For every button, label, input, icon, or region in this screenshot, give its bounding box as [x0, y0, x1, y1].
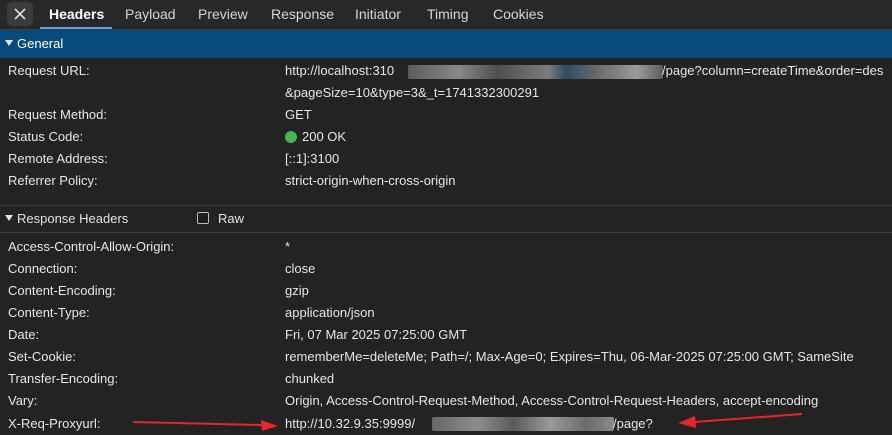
response-header-row: Date: Fri, 07 Mar 2025 07:25:00 GMT — [0, 324, 892, 346]
general-section-title: General — [17, 36, 64, 51]
tab-timing[interactable]: Timing — [427, 0, 469, 29]
expand-triangle-icon — [5, 215, 13, 221]
header-value: strict-origin-when-cross-origin — [285, 173, 456, 188]
status-code-value: 200 OK — [285, 126, 346, 148]
header-key: Referrer Policy: — [8, 173, 98, 188]
header-key: Content-Encoding: — [8, 283, 116, 298]
header-key: Access-Control-Allow-Origin: — [8, 239, 175, 254]
request-method-row: Request Method: GET — [0, 104, 892, 126]
header-key: Status Code: — [8, 129, 84, 144]
status-ok-icon — [285, 131, 297, 143]
tab-preview[interactable]: Preview — [198, 0, 248, 29]
tab-headers[interactable]: Headers — [49, 0, 104, 29]
header-value: gzip — [285, 283, 309, 298]
header-key: Connection: — [8, 261, 78, 276]
header-value: application/json — [285, 305, 375, 320]
header-key: Content-Type: — [8, 305, 90, 320]
header-value: GET — [285, 107, 312, 122]
response-headers-section-header[interactable]: Response Headers Raw — [0, 205, 892, 233]
header-key: Remote Address: — [8, 151, 108, 166]
tab-bar: Headers Payload Preview Response Initiat… — [0, 0, 892, 30]
proxyurl-value-tail[interactable]: /page? — [613, 413, 653, 435]
header-value: rememberMe=deleteMe; Path=/; Max-Age=0; … — [285, 349, 854, 364]
request-url-row: Request URL: http://localhost:310 /page?… — [0, 60, 892, 82]
header-value: Fri, 07 Mar 2025 07:25:00 GMT — [285, 327, 468, 342]
header-key: X-Req-Proxyurl: — [8, 416, 101, 431]
response-headers-title: Response Headers — [17, 211, 129, 226]
raw-checkbox[interactable] — [197, 212, 209, 224]
response-header-row: Content-Type: application/json — [0, 302, 892, 324]
general-section-header[interactable]: General — [0, 30, 892, 58]
header-value: [::1]:3100 — [285, 151, 340, 166]
response-header-row: Set-Cookie: rememberMe=deleteMe; Path=/;… — [0, 346, 892, 368]
status-code-text: 200 OK — [302, 129, 347, 144]
tab-response[interactable]: Response — [271, 0, 334, 29]
header-value: Origin, Access-Control-Request-Method, A… — [285, 393, 819, 408]
expand-triangle-icon — [5, 40, 13, 46]
header-key: Date: — [8, 327, 40, 342]
header-value: close — [285, 261, 316, 276]
close-icon — [14, 8, 26, 20]
request-url-value-line2[interactable]: &pageSize=10&type=3&_t=1741332300291 — [285, 82, 539, 104]
redacted-region — [408, 65, 663, 79]
status-code-row: Status Code: 200 OK — [0, 126, 892, 148]
header-value: * — [285, 239, 291, 254]
header-key: Vary: — [8, 393, 38, 408]
response-header-row: Connection: close — [0, 258, 892, 280]
tab-cookies[interactable]: Cookies — [493, 0, 544, 29]
response-header-row: Access-Control-Allow-Origin: * — [0, 236, 892, 258]
header-key: Transfer-Encoding: — [8, 371, 119, 386]
response-header-row: Content-Encoding: gzip — [0, 280, 892, 302]
tab-initiator[interactable]: Initiator — [355, 0, 401, 29]
request-url-row-continued: &pageSize=10&type=3&_t=1741332300291 — [0, 82, 892, 104]
redacted-region — [432, 417, 614, 431]
proxyurl-value[interactable]: http://10.32.9.35:9999/ — [285, 413, 415, 435]
header-key: Set-Cookie: — [8, 349, 76, 364]
request-url-value-tail[interactable]: /page?column=createTime&order=des — [662, 60, 883, 82]
response-header-row: Transfer-Encoding: chunked — [0, 368, 892, 390]
raw-label[interactable]: Raw — [218, 206, 244, 232]
header-value: chunked — [285, 371, 335, 386]
referrer-policy-row: Referrer Policy: strict-origin-when-cros… — [0, 170, 892, 192]
x-req-proxyurl-row: X-Req-Proxyurl: http://10.32.9.35:9999/ … — [0, 413, 892, 435]
remote-address-row: Remote Address: [::1]:3100 — [0, 148, 892, 170]
active-tab-indicator — [40, 27, 112, 29]
close-button[interactable] — [7, 2, 33, 26]
tab-payload[interactable]: Payload — [125, 0, 176, 29]
header-key: Request URL: — [8, 63, 90, 78]
response-header-row: Vary: Origin, Access-Control-Request-Met… — [0, 390, 892, 412]
header-key: Request Method: — [8, 107, 108, 122]
request-url-value[interactable]: http://localhost:310 — [285, 60, 394, 82]
